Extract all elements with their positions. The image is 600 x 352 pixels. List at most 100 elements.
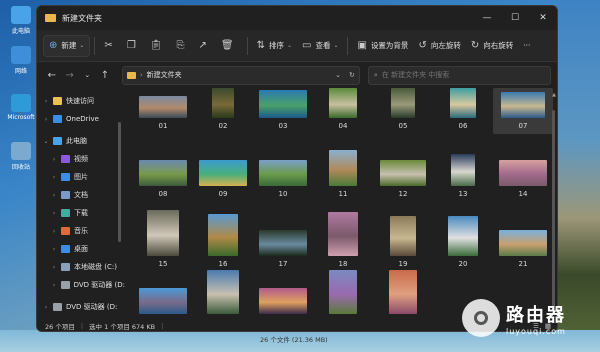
expand-chevron-icon[interactable]: › bbox=[49, 282, 59, 289]
expand-chevron-icon[interactable]: › bbox=[49, 192, 59, 199]
sidebar-item[interactable]: › 文档 bbox=[37, 186, 125, 204]
new-button[interactable]: ⊕ 新建 ⌄ bbox=[43, 34, 91, 57]
network-icon bbox=[11, 46, 31, 64]
sidebar-item[interactable]: ⌄ 此电脑 bbox=[37, 132, 125, 150]
maximize-button[interactable]: ☐ bbox=[501, 7, 529, 29]
expand-chevron-icon[interactable]: › bbox=[49, 174, 59, 181]
file-item[interactable]: 16 bbox=[193, 210, 253, 272]
search-input[interactable] bbox=[381, 71, 542, 79]
file-item[interactable]: 15 bbox=[133, 210, 193, 272]
expand-chevron-icon[interactable]: ⌄ bbox=[41, 138, 51, 145]
expand-chevron-icon[interactable]: › bbox=[49, 228, 59, 235]
sidebar-scrollbar[interactable] bbox=[118, 88, 121, 318]
drive-icon bbox=[61, 263, 70, 271]
file-item[interactable]: 14 bbox=[493, 150, 553, 202]
rotate-left-button[interactable]: ↺ 向左旋转 bbox=[413, 35, 465, 57]
file-item[interactable]: 10 bbox=[253, 150, 313, 202]
recent-chevron-icon[interactable]: ⌄ bbox=[78, 71, 96, 79]
image-thumbnail bbox=[139, 288, 187, 314]
sidebar-item[interactable]: › 图片 bbox=[37, 168, 125, 186]
scroll-up-icon[interactable]: ▲ bbox=[552, 92, 556, 98]
file-item[interactable]: 05 bbox=[373, 88, 433, 134]
file-name: 09 bbox=[218, 190, 228, 198]
file-name: 08 bbox=[158, 190, 168, 198]
more-options-button[interactable]: ··· bbox=[518, 35, 535, 57]
cut-button[interactable]: ✂ bbox=[99, 35, 121, 57]
view-button[interactable]: ▭ 查看 ⌄ bbox=[297, 35, 343, 57]
expand-chevron-icon[interactable]: › bbox=[41, 304, 51, 311]
file-item[interactable]: 17 bbox=[253, 210, 313, 272]
sort-button[interactable]: ⇅ 排序 ⌄ bbox=[252, 35, 297, 57]
expand-chevron-icon[interactable]: › bbox=[49, 156, 59, 163]
image-thumbnail bbox=[328, 212, 358, 256]
set-wallpaper-button[interactable]: ▣ 设置为背景 bbox=[352, 35, 413, 57]
sidebar-item[interactable]: › OneDrive bbox=[37, 110, 125, 128]
sidebar-item[interactable]: › DVD 驱动器 (D: bbox=[37, 298, 125, 316]
new-label: 新建 bbox=[61, 41, 77, 50]
file-item[interactable]: 12 bbox=[373, 150, 433, 202]
expand-chevron-icon[interactable]: › bbox=[49, 264, 59, 271]
forward-arrow-icon[interactable]: → bbox=[61, 70, 79, 81]
refresh-icon[interactable]: ↻ bbox=[349, 71, 355, 79]
rotate-right-button[interactable]: ↻ 向右旋转 bbox=[466, 35, 518, 57]
address-path: 新建文件夹 bbox=[146, 71, 182, 79]
sidebar-item[interactable]: › 桌面 bbox=[37, 240, 125, 258]
documents-icon bbox=[61, 191, 70, 199]
file-item[interactable]: 03 bbox=[253, 88, 313, 134]
close-button[interactable]: ✕ bbox=[529, 7, 557, 29]
expand-chevron-icon[interactable]: › bbox=[49, 210, 59, 217]
file-item[interactable]: 08 bbox=[133, 150, 193, 202]
file-item[interactable]: 07 bbox=[493, 88, 553, 134]
file-name: 06 bbox=[458, 122, 468, 130]
expand-chevron-icon[interactable]: › bbox=[41, 98, 51, 105]
file-item[interactable]: 09 bbox=[193, 150, 253, 202]
rotate-right-icon: ↻ bbox=[470, 40, 480, 51]
file-item[interactable]: 02 bbox=[193, 88, 253, 134]
sidebar-item[interactable]: › DVD 驱动器 (D: bbox=[37, 276, 125, 294]
window-controls: — ☐ ✕ bbox=[473, 7, 557, 29]
expand-chevron-icon[interactable]: › bbox=[41, 116, 51, 123]
address-bar[interactable]: › 新建文件夹 ⌄ ↻ bbox=[121, 65, 360, 85]
file-item[interactable]: 06 bbox=[433, 88, 493, 134]
back-arrow-icon[interactable]: ← bbox=[43, 70, 61, 81]
sidebar-item[interactable]: › 下载 bbox=[37, 204, 125, 222]
desktop-shortcut[interactable]: 回收站 bbox=[6, 142, 36, 171]
file-name: 11 bbox=[338, 190, 348, 198]
paste-button[interactable]: 📋︎ bbox=[145, 35, 172, 57]
copy-button[interactable]: ❐ bbox=[122, 35, 145, 57]
rename-icon: ⎘ bbox=[176, 40, 185, 51]
rename-button[interactable]: ⎘ bbox=[171, 35, 193, 57]
image-thumbnail bbox=[450, 88, 476, 118]
desktop-shortcut[interactable]: 网络 bbox=[6, 46, 36, 75]
file-item[interactable]: 19 bbox=[373, 210, 433, 272]
sidebar-item[interactable]: › 视频 bbox=[37, 150, 125, 168]
sidebar-item[interactable]: › 本地磁盘 (C:) bbox=[37, 258, 125, 276]
trash-icon: 🗑︎ bbox=[220, 40, 234, 51]
file-item[interactable]: 04 bbox=[313, 88, 373, 134]
search-box[interactable]: ⌕ bbox=[367, 65, 552, 85]
file-item[interactable]: 21 bbox=[493, 210, 553, 272]
chevron-down-icon[interactable]: ⌄ bbox=[335, 71, 341, 79]
minimize-button[interactable]: — bbox=[473, 7, 501, 29]
desktop-shortcut[interactable]: 此电脑 bbox=[6, 6, 36, 35]
expand-chevron-icon[interactable]: › bbox=[49, 246, 59, 253]
share-button[interactable]: ↗ bbox=[193, 35, 215, 57]
file-item[interactable]: 13 bbox=[433, 150, 493, 202]
sidebar-item[interactable]: › 音乐 bbox=[37, 222, 125, 240]
watermark-title: 路由器 bbox=[506, 304, 566, 326]
sidebar-scroll-thumb[interactable] bbox=[118, 122, 121, 242]
desktop-shortcut-label: 网络 bbox=[14, 68, 27, 75]
content-scrollbar[interactable] bbox=[552, 110, 555, 310]
desktop-shortcut[interactable]: Microsoft bbox=[6, 94, 36, 121]
sidebar-item[interactable]: › 快速访问 bbox=[37, 92, 125, 110]
file-item[interactable]: 18 bbox=[313, 210, 373, 272]
command-bar: ⊕ 新建 ⌄ ✂ ❐ 📋︎ ⎘ ↗ 🗑︎ ⇅ 排序 ⌄ ▭ 查看 ⌄ ▣ 设置为… bbox=[37, 30, 557, 62]
up-arrow-icon[interactable]: ↑ bbox=[96, 70, 114, 81]
desktop-shortcut-label: Microsoft bbox=[7, 114, 35, 121]
file-item[interactable]: 20 bbox=[433, 210, 493, 272]
desktop-file-info: 26 个文件 (21.36 MB) bbox=[260, 336, 328, 344]
delete-button[interactable]: 🗑︎ bbox=[216, 35, 243, 57]
pictures-icon bbox=[61, 173, 70, 181]
file-item[interactable]: 11 bbox=[313, 150, 373, 202]
file-item[interactable]: 01 bbox=[133, 88, 193, 134]
